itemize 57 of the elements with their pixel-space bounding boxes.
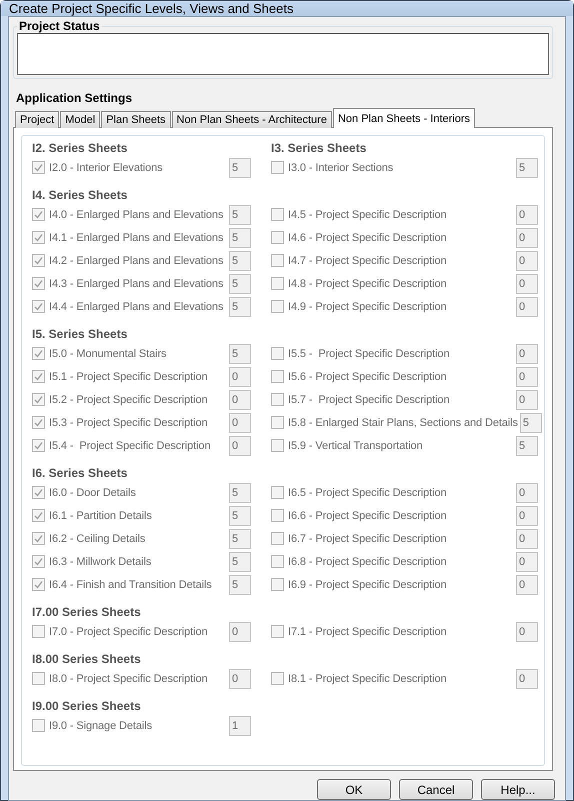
section-heading: I5. Series Sheets	[32, 326, 128, 342]
checkbox-label: I5.8 - Enlarged Stair Plans, Sections and Details	[288, 416, 518, 428]
checkbox-label: I6.7 - Project Specific Description	[288, 532, 448, 544]
dialog-button[interactable]: Cancel	[399, 779, 473, 800]
checkbox-label: I4.0 - Enlarged Plans and Elevations	[49, 208, 224, 220]
checkbox-label: I4.4 - Enlarged Plans and Elevations	[49, 300, 224, 312]
window-title: Create Project Specific Levels, Views and Sheets	[9, 1, 294, 16]
tab[interactable]: Non Plan Sheets - Interiors	[332, 108, 476, 128]
section-heading: I4. Series Sheets	[32, 187, 128, 203]
checkbox-label: I5.9 - Vertical Transportation	[288, 440, 424, 452]
checkbox-label: I6.2 - Ceiling Details	[49, 532, 146, 544]
checkbox-label: I8.0 - Project Specific Description	[49, 672, 209, 684]
tab[interactable]: Non Plan Sheets - Architecture	[172, 111, 332, 128]
checkbox-label: I5.6 - Project Specific Description	[288, 370, 448, 382]
checkbox-label: I6.0 - Door Details	[49, 486, 137, 498]
checkbox-label: I5.0 - Monumental Stairs	[49, 348, 168, 360]
checkbox-label: I5.1 - Project Specific Description	[49, 370, 209, 382]
section-heading: I9.00 Series Sheets	[32, 698, 142, 714]
section-heading: I6. Series Sheets	[32, 465, 128, 481]
checkbox-label: I6.4 - Finish and Transition Details	[49, 578, 213, 590]
checkbox-label: I6.9 - Project Specific Description	[288, 578, 448, 590]
checkbox-label: I6.6 - Project Specific Description	[288, 510, 448, 522]
status-field[interactable]	[17, 33, 549, 75]
checkbox-label: I6.3 - Millwork Details	[49, 556, 152, 568]
checkbox-label: I5.5 - Project Specific Description	[288, 348, 450, 360]
dialog-button[interactable]: OK	[317, 779, 391, 800]
checkbox-label: I5.4 - Project Specific Description	[49, 440, 212, 452]
checkbox-label: I4.3 - Enlarged Plans and Elevations	[49, 278, 224, 290]
checkbox-label: I4.8 - Project Specific Description	[288, 278, 448, 290]
section-heading: I7.00 Series Sheets	[32, 604, 142, 620]
checkbox-label: I6.5 - Project Specific Description	[288, 486, 448, 498]
checkbox-label: I8.1 - Project Specific Description	[288, 672, 448, 684]
checkbox-label: I5.2 - Project Specific Description	[49, 394, 209, 406]
checkbox-label: I6.1 - Partition Details	[49, 510, 153, 522]
section-heading: I3. Series Sheets	[271, 140, 368, 156]
checkbox-label: I9.0 - Signage Details	[49, 720, 153, 732]
tab[interactable]: Plan Sheets	[101, 111, 171, 128]
checkbox-label: I5.3 - Project Specific Description	[49, 416, 209, 428]
checkbox-label: I7.0 - Project Specific Description	[49, 626, 209, 638]
checkbox-label: I4.5 - Project Specific Description	[288, 208, 448, 220]
checkbox-label: I4.9 - Project Specific Description	[288, 300, 448, 312]
section-heading: I2. Series Sheets	[32, 140, 128, 156]
section-title: Application Settings	[16, 91, 134, 105]
checkbox-label: I5.7 - Project Specific Description	[288, 394, 450, 406]
dialog-button[interactable]: Help...	[481, 779, 555, 800]
checkbox-label: I7.1 - Project Specific Description	[288, 626, 448, 638]
checkbox-label: I3.0 - Interior Sections	[288, 162, 394, 174]
checkbox-label: I4.1 - Enlarged Plans and Elevations	[49, 232, 224, 244]
checkbox-label: I4.7 - Project Specific Description	[288, 254, 448, 266]
group-title: Project Status	[18, 19, 101, 33]
checkbox-label: I4.6 - Project Specific Description	[288, 232, 448, 244]
tab[interactable]: Project	[15, 111, 60, 128]
checkbox-label: I6.8 - Project Specific Description	[288, 556, 448, 568]
checkbox-label: I2.0 - Interior Elevations	[49, 162, 164, 174]
checkbox-label: I4.2 - Enlarged Plans and Elevations	[49, 254, 224, 266]
tab[interactable]: Model	[60, 111, 100, 128]
section-heading: I8.00 Series Sheets	[32, 651, 142, 667]
